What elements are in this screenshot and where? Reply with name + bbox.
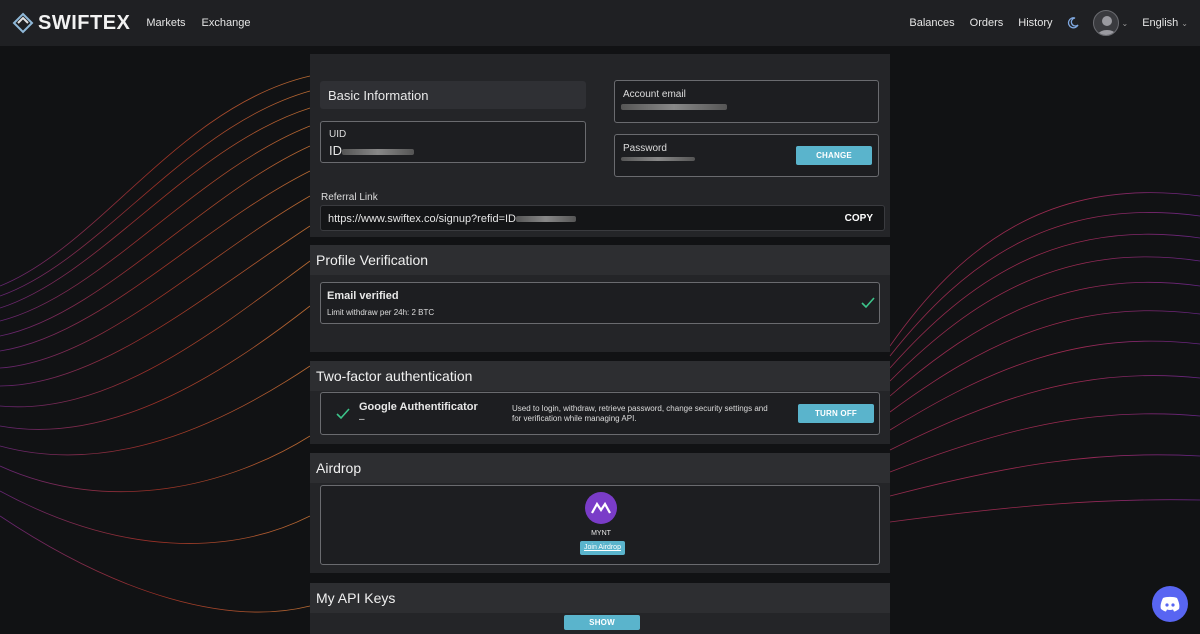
referral-link-value: https://www.swiftex.co/signup?refid=ID <box>328 213 576 225</box>
turn-off-2fa-button[interactable]: TURN OFF <box>798 404 874 423</box>
password-box: Password CHANGE <box>614 134 879 177</box>
email-label: Account email <box>623 89 686 100</box>
check-icon <box>336 408 350 420</box>
nav-exchange[interactable]: Exchange <box>202 17 251 29</box>
moon-icon[interactable] <box>1067 17 1079 29</box>
profile-verification-panel: Profile Verification Email verified Limi… <box>310 245 890 352</box>
top-navbar: SWIFTEX Markets Exchange Balances Orders… <box>0 0 1200 46</box>
check-icon <box>861 297 875 309</box>
api-keys-panel: My API Keys SHOW <box>310 583 890 634</box>
google-auth-label: Google Authentificator <box>359 401 478 413</box>
referral-link-box: https://www.swiftex.co/signup?refid=ID C… <box>320 205 885 231</box>
airdrop-box: MYNT Join Airdrop <box>320 485 880 565</box>
copy-referral-button[interactable]: COPY <box>845 213 873 224</box>
swiftex-logo-icon <box>12 12 34 34</box>
uid-box: UID ID <box>320 121 586 163</box>
nav-balances[interactable]: Balances <box>909 17 954 29</box>
password-redacted <box>621 157 695 161</box>
discord-chat-button[interactable] <box>1152 586 1188 622</box>
email-verified-label: Email verified <box>327 290 399 302</box>
email-redacted <box>621 104 727 110</box>
avatar[interactable] <box>1092 10 1119 36</box>
language-selector[interactable]: English ⌄ <box>1142 17 1188 29</box>
referral-label: Referral Link <box>321 192 378 203</box>
join-airdrop-button[interactable]: Join Airdrop <box>580 541 625 555</box>
user-icon <box>1097 16 1117 35</box>
mynt-token-icon <box>585 492 617 524</box>
two-factor-description: Used to login, withdraw, retrieve passwo… <box>512 404 768 423</box>
mynt-logo-icon <box>591 501 611 514</box>
basic-info-title-box: Basic Information <box>320 81 586 109</box>
api-keys-title: My API Keys <box>310 583 890 613</box>
airdrop-panel: Airdrop MYNT Join Airdrop <box>310 453 890 573</box>
brand-name: SWIFTEX <box>38 11 131 34</box>
withdraw-limit: Limit withdraw per 24h: 2 BTC <box>327 308 435 317</box>
uid-label: UID <box>329 129 347 140</box>
change-password-button[interactable]: CHANGE <box>796 146 872 165</box>
language-label: English <box>1142 17 1179 29</box>
google-auth-box: Google Authentificator – Used to login, … <box>320 392 880 435</box>
two-factor-title: Two-factor authentication <box>310 361 890 391</box>
uid-value: ID <box>329 143 414 158</box>
nav-history[interactable]: History <box>1018 17 1052 29</box>
email-box: Account email <box>614 80 879 123</box>
nav-markets[interactable]: Markets <box>146 17 185 29</box>
email-verified-box: Email verified Limit withdraw per 24h: 2… <box>320 282 880 324</box>
password-label: Password <box>623 143 667 154</box>
basic-info-panel: Basic Information UID ID Account email P… <box>310 54 890 237</box>
uid-redacted <box>342 148 414 155</box>
show-api-keys-button[interactable]: SHOW <box>564 615 640 630</box>
discord-icon <box>1160 596 1180 612</box>
referral-redacted <box>516 216 576 223</box>
brand-logo[interactable]: SWIFTEX <box>12 12 130 35</box>
profile-verification-title: Profile Verification <box>310 245 890 275</box>
airdrop-token-name: MYNT <box>591 530 611 537</box>
referral-link-text: https://www.swiftex.co/signup?refid=ID <box>328 213 516 225</box>
nav-orders[interactable]: Orders <box>970 17 1004 29</box>
google-auth-sub: – <box>359 414 365 425</box>
airdrop-title: Airdrop <box>310 453 890 483</box>
uid-prefix: ID <box>329 143 342 158</box>
two-factor-panel: Two-factor authentication Google Authent… <box>310 361 890 444</box>
chevron-down-icon: ⌄ <box>1181 18 1188 28</box>
basic-info-title: Basic Information <box>328 88 429 103</box>
chevron-down-icon[interactable]: ⌄ <box>1122 19 1129 28</box>
